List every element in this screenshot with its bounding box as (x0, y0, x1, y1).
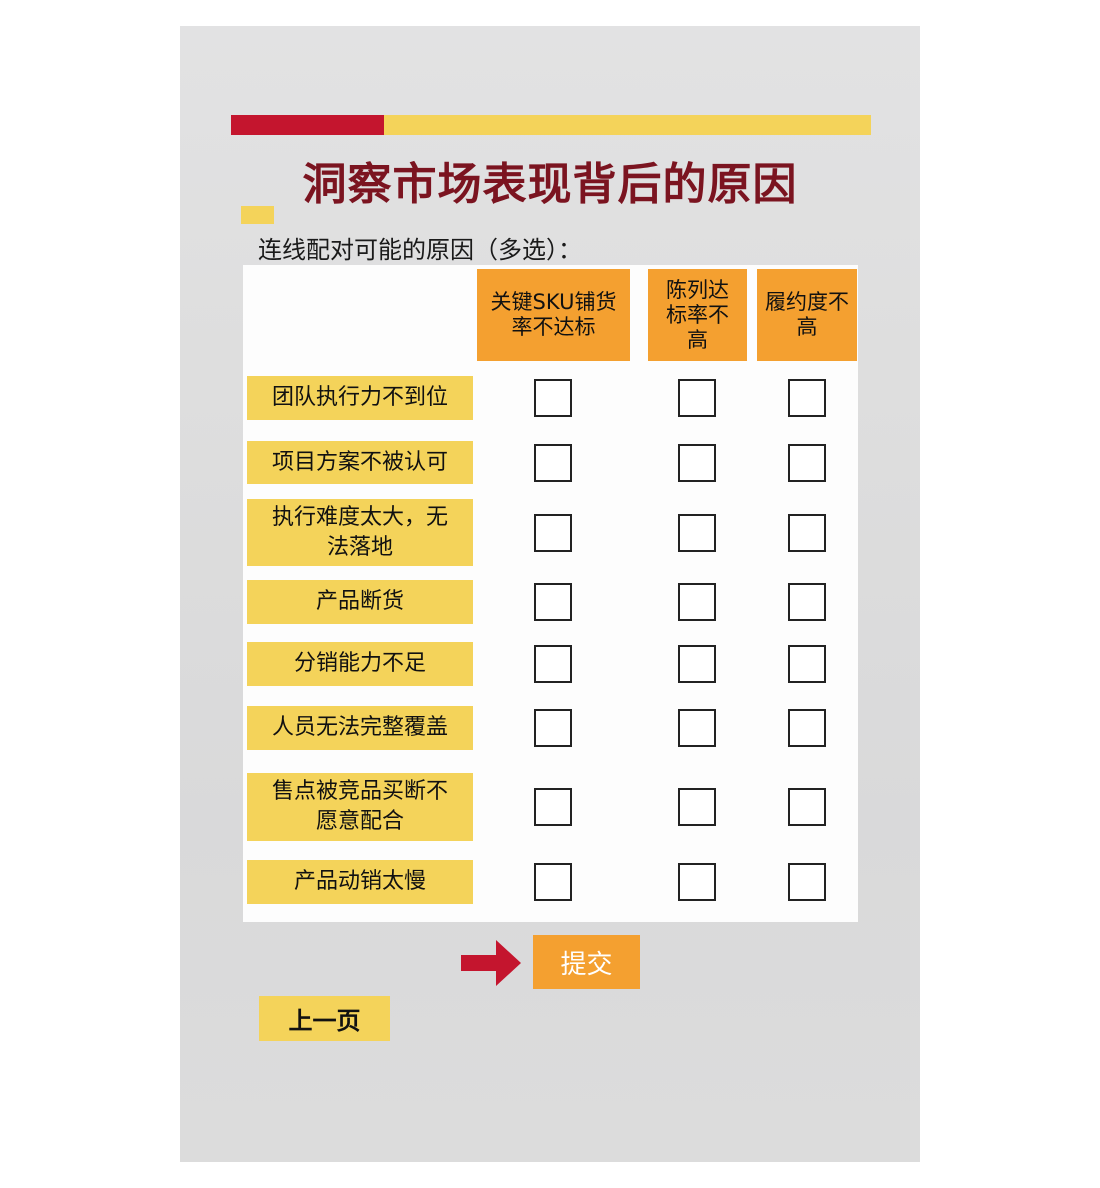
page-title: 洞察市场表现背后的原因 (302, 159, 798, 210)
checkbox-row5-col2[interactable] (678, 645, 716, 683)
previous-page-button[interactable]: 上一页 (259, 996, 390, 1041)
checkbox-row4-col2[interactable] (678, 583, 716, 621)
checkbox-row2-col3[interactable] (788, 443, 826, 482)
checkbox-row8-col3[interactable] (788, 863, 826, 901)
checkbox-row8-col2[interactable] (678, 863, 716, 901)
row-label-text: 项目方案不被认可 (271, 449, 448, 475)
row-label: 分销能力不足 (247, 642, 473, 686)
row-label: 团队执行力不到位 (247, 376, 473, 420)
column-header-label: 履约度不高 (765, 290, 849, 339)
checkbox-row1-col1[interactable] (534, 379, 572, 417)
checkbox-row1-col2[interactable] (678, 379, 716, 417)
row-label-text: 售点被竞品买断不愿意配合 (271, 779, 448, 834)
column-header-label: 关键SKU铺货率不达标 (490, 290, 617, 339)
checkbox-row2-col2[interactable] (678, 443, 716, 482)
checkbox-row1-col3[interactable] (788, 379, 826, 417)
checkbox-row6-col3[interactable] (788, 709, 826, 747)
header-red-bar (231, 115, 384, 135)
row-label: 售点被竞品买断不愿意配合 (247, 773, 473, 841)
row-label-text: 产品断货 (315, 589, 404, 614)
row-label: 执行难度太大，无法落地 (247, 499, 473, 566)
row-label-text: 团队执行力不到位 (271, 385, 448, 410)
checkbox-row7-col3[interactable] (788, 788, 826, 826)
row-label-text: 分销能力不足 (293, 651, 426, 676)
instructions: 连线配对可能的原因（多选）： (258, 236, 582, 264)
row-label-text: 人员无法完整覆盖 (271, 715, 448, 740)
column-header: 陈列达标率不高 (648, 269, 747, 361)
row-label: 人员无法完整覆盖 (247, 706, 473, 750)
submit-button[interactable]: 提交 (533, 935, 640, 989)
checkbox-row8-col1[interactable] (534, 863, 572, 901)
column-header-label: 陈列达标率不高 (666, 277, 729, 352)
checkbox-row2-col1[interactable] (534, 443, 572, 482)
row-label-text: 产品动销太慢 (293, 869, 426, 894)
checkbox-row3-col3[interactable] (788, 513, 826, 552)
checkbox-row4-col3[interactable] (788, 583, 826, 621)
checkbox-row6-col2[interactable] (678, 709, 716, 747)
row-label-text: 执行难度太大，无法落地 (271, 504, 448, 560)
row-label: 产品断货 (247, 580, 473, 624)
checkbox-row5-col1[interactable] (534, 645, 572, 683)
checkbox-row7-col1[interactable] (534, 788, 572, 826)
checkbox-row3-col1[interactable] (534, 513, 572, 552)
row-label: 产品动销太慢 (247, 860, 473, 904)
row-label: 项目方案不被认可 (247, 441, 473, 484)
arrow-right-icon (461, 940, 521, 986)
column-header: 关键SKU铺货率不达标 (477, 269, 630, 361)
checkbox-row5-col3[interactable] (788, 645, 826, 683)
title-accent-block (241, 206, 274, 224)
column-header: 履约度不高 (757, 269, 857, 361)
checkbox-row6-col1[interactable] (534, 709, 572, 747)
header-yellow-bar (384, 115, 871, 135)
checkbox-row4-col1[interactable] (534, 583, 572, 621)
checkbox-row7-col2[interactable] (678, 788, 716, 826)
checkbox-row3-col2[interactable] (678, 513, 716, 552)
